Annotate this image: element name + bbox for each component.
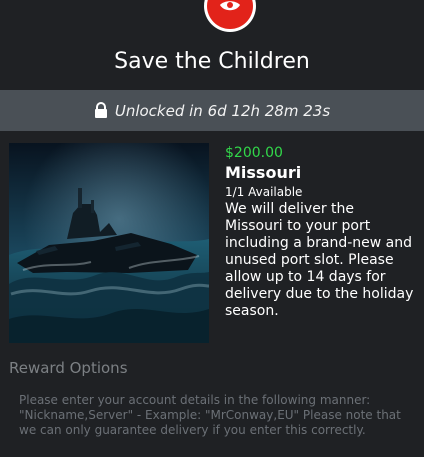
page-title: Save the Children bbox=[114, 49, 310, 74]
lock-icon bbox=[94, 101, 108, 118]
charity-logo bbox=[204, 0, 256, 32]
reward-details: $200.00 Missouri 1/1 Available We will d… bbox=[225, 143, 415, 320]
reward-price: $200.00 bbox=[225, 145, 283, 161]
reward-options-instructions: Please enter your account details in the… bbox=[19, 393, 401, 437]
reward-options-heading: Reward Options bbox=[9, 359, 128, 377]
availability-count: 1/1 Available bbox=[225, 185, 303, 199]
reward-page: Save the Children Unlocked in 6d 12h 28m… bbox=[0, 0, 424, 457]
reward-description: We will deliver the Missouri to your por… bbox=[225, 201, 414, 319]
reward-name: Missouri bbox=[225, 163, 302, 182]
unlock-status-bar: Unlocked in 6d 12h 28m 23s bbox=[0, 90, 424, 131]
unlock-countdown: Unlocked in 6d 12h 28m 23s bbox=[114, 101, 331, 120]
ship-image bbox=[9, 143, 209, 343]
save-the-children-logo-icon bbox=[207, 0, 253, 29]
reward-card: $200.00 Missouri 1/1 Available We will d… bbox=[9, 143, 415, 345]
